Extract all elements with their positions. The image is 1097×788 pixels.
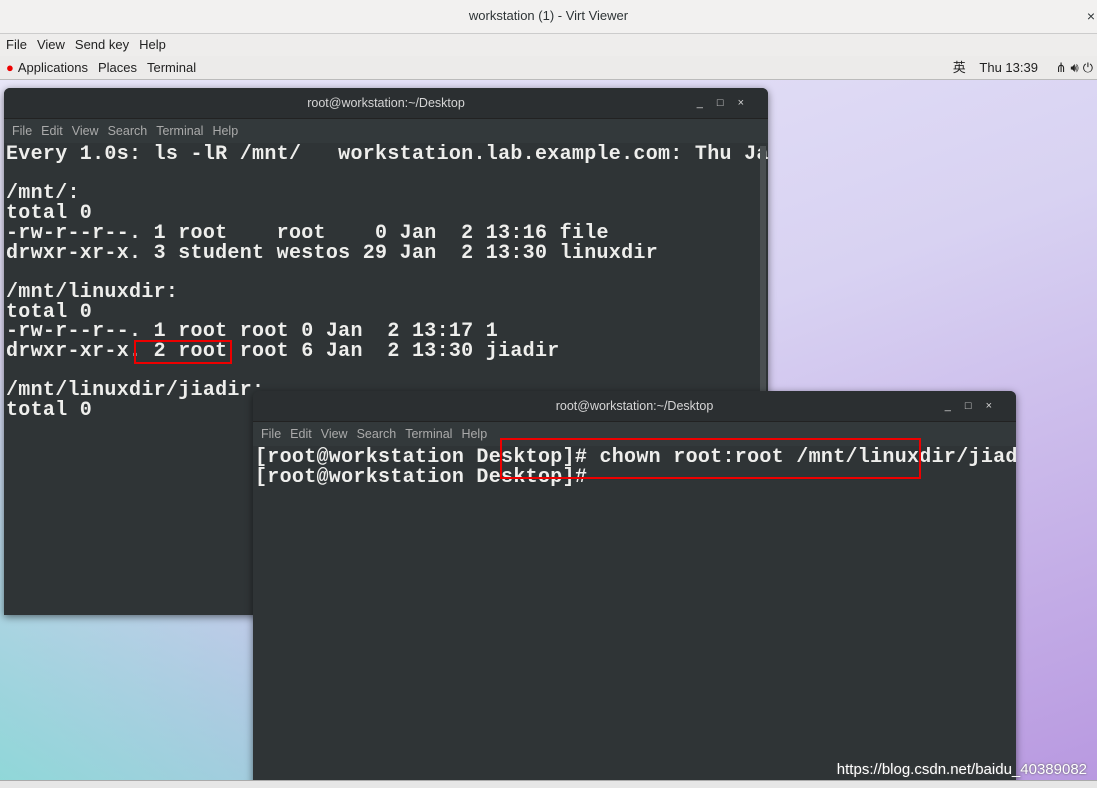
terminal-menubar: File Edit View Search Terminal Help	[253, 421, 1016, 446]
terminal-title: root@workstation:~/Desktop	[307, 96, 465, 110]
menu-help[interactable]: Help	[461, 427, 487, 441]
window-titlebar: workstation (1) - Virt Viewer ×	[0, 0, 1097, 34]
menu-edit[interactable]: Edit	[290, 427, 312, 441]
redhat-logo-icon: ●	[6, 60, 14, 75]
window-title: workstation (1) - Virt Viewer	[468, 8, 629, 23]
app-menubar: File View Send key Help	[0, 34, 1097, 56]
terminal-menu[interactable]: Terminal	[147, 60, 196, 75]
terminal-title: root@workstation:~/Desktop	[555, 399, 714, 413]
watermark: https://blog.csdn.net/baidu_40389082	[836, 761, 1087, 778]
close-button[interactable]: ×	[986, 400, 1006, 412]
minimize-button[interactable]: _	[945, 400, 965, 412]
input-method[interactable]: 英	[953, 60, 966, 75]
network-icon[interactable]: ⋔	[1056, 60, 1067, 75]
terminal-output[interactable]: [root@workstation Desktop]# chown root:r…	[253, 446, 1016, 487]
menu-terminal[interactable]: Terminal	[156, 124, 203, 138]
menu-search[interactable]: Search	[108, 124, 148, 138]
menu-file[interactable]: File	[261, 427, 281, 441]
menu-terminal[interactable]: Terminal	[405, 427, 452, 441]
terminal-titlebar[interactable]: root@workstation:~/Desktop _□×	[253, 391, 1016, 421]
minimize-button[interactable]: _	[697, 97, 717, 109]
menu-help[interactable]: Help	[212, 124, 238, 138]
menu-view[interactable]: View	[72, 124, 99, 138]
menu-help[interactable]: Help	[139, 37, 166, 52]
menu-file[interactable]: File	[12, 124, 32, 138]
close-button[interactable]: ×	[738, 97, 758, 109]
terminal-titlebar[interactable]: root@workstation:~/Desktop _□×	[4, 88, 768, 118]
menu-view[interactable]: View	[321, 427, 348, 441]
maximize-button[interactable]: □	[717, 97, 738, 109]
menu-view[interactable]: View	[37, 37, 65, 52]
close-icon[interactable]: ×	[1087, 0, 1095, 32]
power-icon[interactable]: ⏻	[1083, 60, 1093, 75]
menu-send-key[interactable]: Send key	[75, 37, 129, 52]
menu-edit[interactable]: Edit	[41, 124, 63, 138]
gnome-top-bar: ● Applications Places Terminal 英 Thu 13:39 …	[0, 56, 1097, 80]
terminal-menubar: File Edit View Search Terminal Help	[4, 118, 768, 143]
applications-menu[interactable]: Applications	[18, 60, 88, 75]
clock[interactable]: Thu 13:39	[979, 60, 1038, 75]
menu-file[interactable]: File	[6, 37, 27, 52]
places-menu[interactable]: Places	[98, 60, 137, 75]
volume-icon[interactable]: 🔊︎	[1071, 60, 1079, 75]
taskbar	[0, 780, 1097, 788]
menu-search[interactable]: Search	[357, 427, 397, 441]
terminal-window-shell[interactable]: root@workstation:~/Desktop _□× File Edit V…	[253, 391, 1016, 788]
terminal-output[interactable]: Every 1.0s: ls -lR /mnt/ workstation.lab…	[4, 143, 768, 421]
maximize-button[interactable]: □	[965, 400, 986, 412]
